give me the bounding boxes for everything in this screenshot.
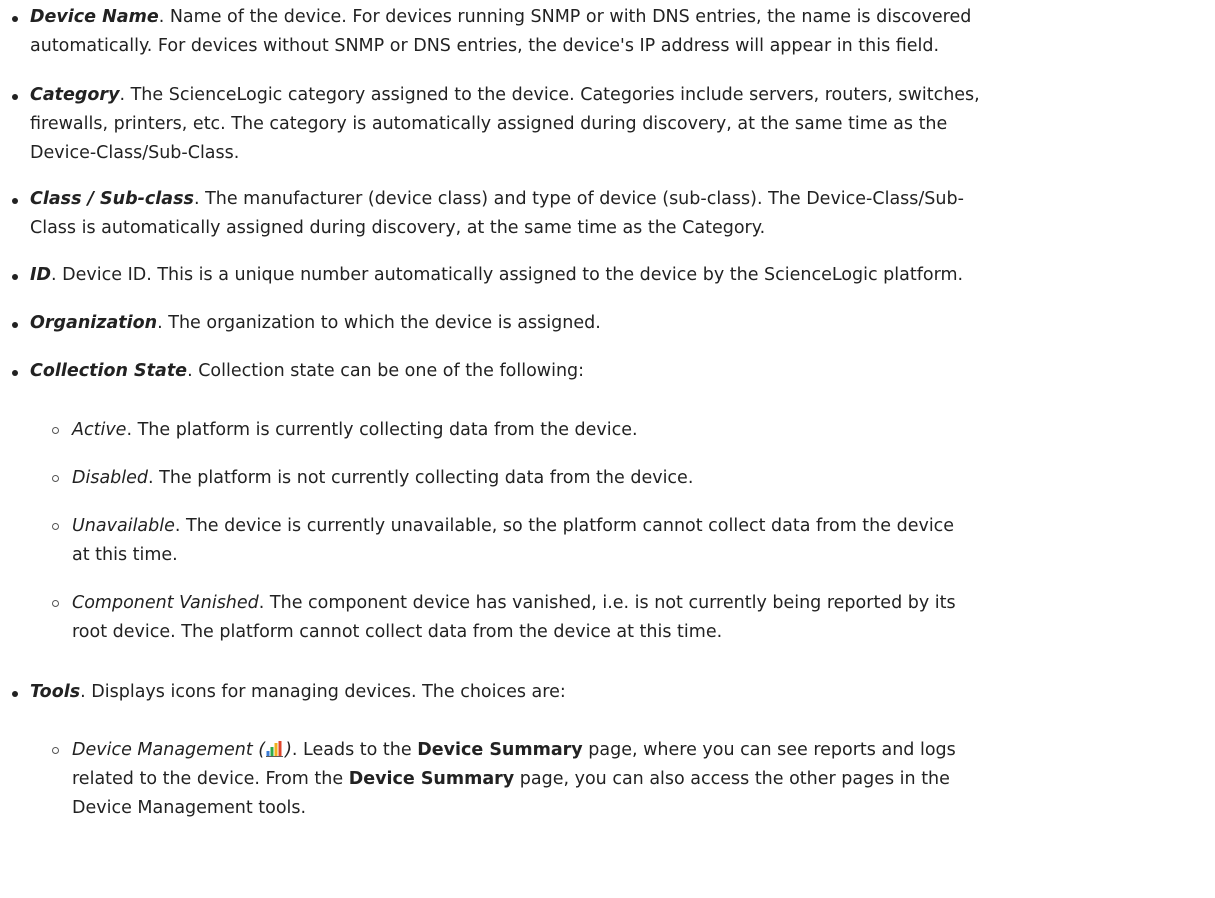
line: . The manufacturer (device class) and ty…	[193, 189, 964, 209]
line: . The platform is not currently collecti…	[148, 468, 694, 488]
sub-bullet-disabled: Disabled. The platform is not currently …	[50, 464, 1209, 493]
line: root device. The platform cannot collect…	[72, 622, 723, 642]
line: Device-Class/Sub-Class.	[30, 143, 240, 163]
line: . The organization to which the device i…	[157, 313, 601, 333]
line: Class is automatically assigned during d…	[30, 218, 766, 238]
line: Device Management tools.	[72, 798, 307, 818]
term-class-subclass: Class / Sub-class	[30, 189, 194, 209]
sub-bullet-component-vanished: Component Vanished. The component device…	[50, 589, 1209, 647]
line: automatically. For devices without SNMP …	[30, 36, 940, 56]
bar-chart-icon	[266, 741, 284, 757]
bullet-device-name: Device Name. Name of the device. For dev…	[10, 3, 1209, 61]
sub-bullet-unavailable: Unavailable. The device is currently una…	[50, 512, 1209, 570]
term-disabled: Disabled	[72, 468, 149, 488]
line: . The platform is currently collecting d…	[126, 420, 638, 440]
term-collection-state: Collection State	[30, 361, 188, 381]
term-unavailable: Unavailable	[72, 516, 175, 536]
term-tools: Tools	[30, 682, 81, 702]
line: . Device ID. This is a unique number aut…	[51, 265, 964, 285]
device-summary-ref: Device Summary	[348, 769, 515, 789]
line: . Leads to the	[291, 740, 418, 760]
line: . The component device has vanished, i.e…	[258, 593, 956, 613]
term-category: Category	[30, 85, 120, 105]
bullet-organization: Organization. The organization to which …	[10, 309, 1209, 338]
bullet-class-subclass: Class / Sub-class. The manufacturer (dev…	[10, 185, 1209, 243]
bullet-collection-state: Collection State. Collection state can b…	[10, 357, 1209, 386]
line: . The device is currently unavailable, s…	[174, 516, 955, 536]
term-id: ID	[30, 265, 52, 285]
device-summary-ref: Device Summary	[417, 740, 583, 760]
line: page, you can also access the other page…	[514, 769, 950, 789]
line: page, where you can see reports and logs	[582, 740, 956, 760]
sub-bullet-device-management: Device Management ( ). Leads to the Devi…	[50, 736, 1209, 823]
term-device-name: Device Name	[30, 7, 159, 27]
line: . The ScienceLogic category assigned to …	[119, 85, 980, 105]
term-component-vanished: Component Vanished	[72, 593, 259, 613]
term-active: Active	[72, 420, 127, 440]
term-device-management-close: )	[285, 740, 292, 760]
sub-bullet-active: Active. The platform is currently collec…	[50, 416, 1209, 445]
line: . Displays icons for managing devices. T…	[80, 682, 566, 702]
line: . Name of the device. For devices runnin…	[158, 7, 972, 27]
term-device-management: Device Management (	[72, 740, 266, 760]
bullet-id: ID. Device ID. This is a unique number a…	[10, 261, 1209, 290]
line: at this time.	[72, 545, 178, 565]
line: firewalls, printers, etc. The category i…	[30, 114, 948, 134]
bullet-tools: Tools. Displays icons for managing devic…	[10, 678, 1209, 707]
term-organization: Organization	[30, 313, 158, 333]
line: related to the device. From the	[72, 769, 349, 789]
document-page: Device Name. Name of the device. For dev…	[0, 0, 1215, 898]
bullet-category: Category. The ScienceLogic category assi…	[10, 81, 1209, 168]
line: . Collection state can be one of the fol…	[187, 361, 585, 381]
